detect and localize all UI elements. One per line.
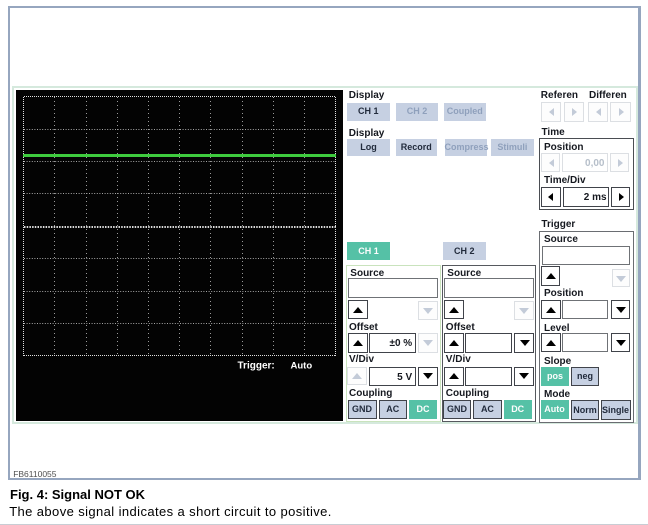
svg-text:Auto: Auto <box>290 360 312 371</box>
svg-text:Trigger:: Trigger: <box>237 360 274 371</box>
